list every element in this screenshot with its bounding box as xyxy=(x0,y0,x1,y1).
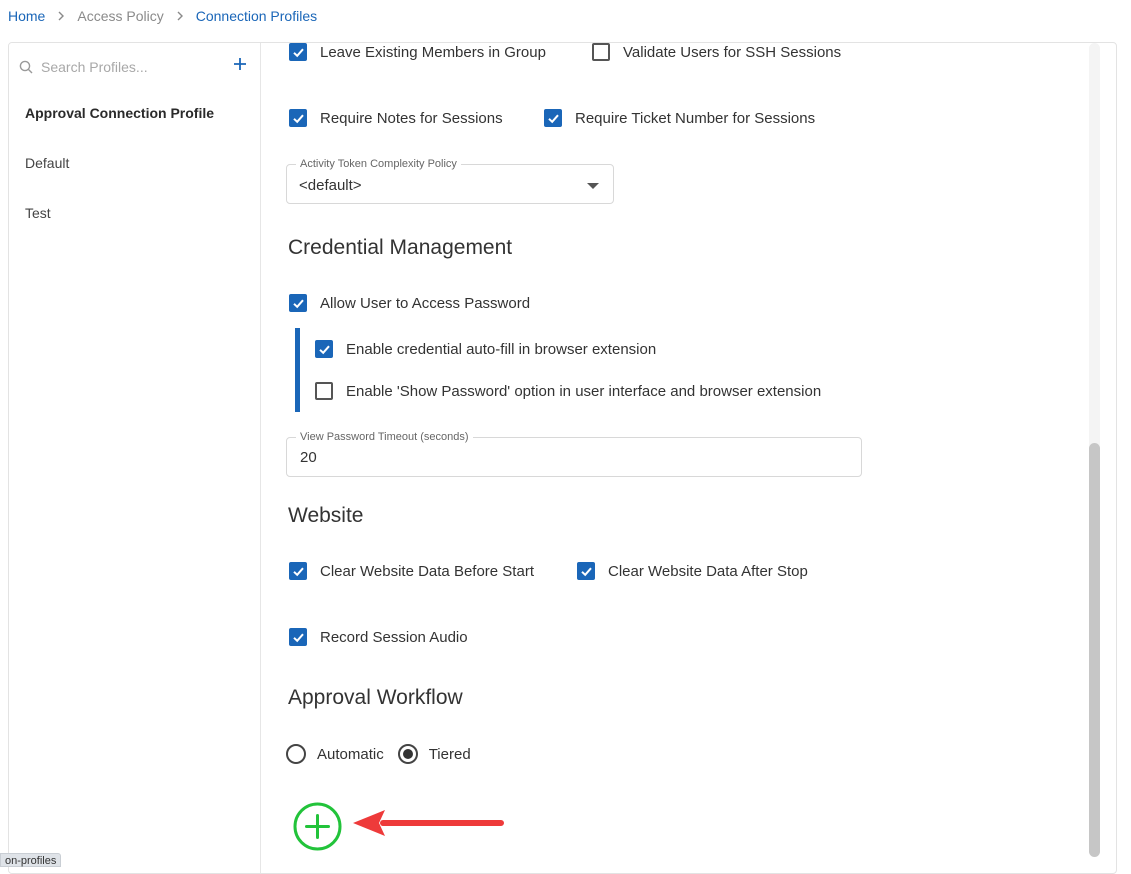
breadcrumb: Home Access Policy Connection Profiles xyxy=(8,6,317,26)
checkbox-label: Enable credential auto-fill in browser e… xyxy=(346,340,657,358)
record-session-audio-checkbox[interactable]: Record Session Audio xyxy=(289,628,468,646)
approval-workflow-radio-group: Automatic Tiered xyxy=(286,744,485,764)
checkbox-label: Record Session Audio xyxy=(320,628,468,646)
credential-management-heading: Credential Management xyxy=(288,236,513,259)
connection-profiles-panel: Approval Connection Profile Default Test… xyxy=(8,42,1117,874)
checkbox-unchecked-icon xyxy=(592,43,610,61)
profile-settings-content: Leave Existing Members in Group Validate… xyxy=(261,43,1102,873)
allow-access-password-checkbox[interactable]: Allow User to Access Password xyxy=(289,294,530,312)
checkbox-checked-icon xyxy=(315,340,333,358)
profile-item-approval[interactable]: Approval Connection Profile xyxy=(9,95,259,145)
search-icon xyxy=(19,60,33,74)
checkbox-label: Allow User to Access Password xyxy=(320,294,531,312)
profile-list: Approval Connection Profile Default Test xyxy=(9,95,259,245)
checkbox-checked-icon xyxy=(289,294,307,312)
selected-value: <default> xyxy=(299,177,362,194)
checkbox-label: Enable 'Show Password' option in user in… xyxy=(346,382,822,400)
checkbox-checked-icon xyxy=(544,109,562,127)
clear-data-after-stop-checkbox[interactable]: Clear Website Data After Stop xyxy=(577,562,808,580)
validate-ssh-users-checkbox[interactable]: Validate Users for SSH Sessions xyxy=(592,43,841,61)
checkbox-label: Require Ticket Number for Sessions xyxy=(575,109,816,127)
view-password-timeout-input[interactable]: View Password Timeout (seconds) 20 xyxy=(286,431,862,477)
add-approval-tier-button[interactable] xyxy=(293,802,342,851)
add-profile-button[interactable] xyxy=(231,55,249,73)
clear-data-before-start-checkbox[interactable]: Clear Website Data Before Start xyxy=(289,562,534,580)
field-legend: View Password Timeout (seconds) xyxy=(296,431,473,443)
activity-token-policy-select[interactable]: Activity Token Complexity Policy <defaul… xyxy=(286,158,614,204)
scrollbar-thumb[interactable] xyxy=(1089,443,1100,857)
radio-unselected-icon xyxy=(286,744,306,764)
breadcrumb-access-policy-link[interactable]: Access Policy xyxy=(77,8,163,24)
website-heading: Website xyxy=(288,504,364,527)
annotation-arrow-icon xyxy=(353,810,504,836)
profile-item-test[interactable]: Test xyxy=(9,195,259,245)
field-legend: Activity Token Complexity Policy xyxy=(296,158,461,170)
checkbox-label: Validate Users for SSH Sessions xyxy=(623,43,842,61)
require-ticket-number-checkbox[interactable]: Require Ticket Number for Sessions xyxy=(544,109,815,127)
checkbox-unchecked-icon xyxy=(315,382,333,400)
checkbox-checked-icon xyxy=(577,562,595,580)
input-value: 20 xyxy=(300,449,317,466)
checkbox-checked-icon xyxy=(289,562,307,580)
profiles-sidebar: Approval Connection Profile Default Test xyxy=(9,43,261,873)
link-status-tooltip: on-profiles xyxy=(0,853,62,867)
chevron-right-icon xyxy=(176,11,184,21)
show-password-option-checkbox[interactable]: Enable 'Show Password' option in user in… xyxy=(315,382,821,400)
profile-search xyxy=(19,57,249,77)
leave-existing-members-checkbox[interactable]: Leave Existing Members in Group xyxy=(289,43,546,61)
nested-options-indicator xyxy=(295,328,300,412)
checkbox-checked-icon xyxy=(289,628,307,646)
profile-item-default[interactable]: Default xyxy=(9,145,259,195)
radio-label: Automatic xyxy=(317,745,384,763)
checkbox-label: Clear Website Data After Stop xyxy=(608,562,808,580)
plus-icon xyxy=(234,58,246,70)
caret-down-icon xyxy=(587,183,599,189)
checkbox-label: Require Notes for Sessions xyxy=(320,109,503,127)
checkbox-label: Leave Existing Members in Group xyxy=(320,43,546,61)
checkbox-label: Clear Website Data Before Start xyxy=(320,562,534,580)
radio-automatic[interactable]: Automatic xyxy=(286,744,384,764)
radio-tiered[interactable]: Tiered xyxy=(397,744,471,764)
radio-label: Tiered xyxy=(428,745,471,763)
approval-workflow-heading: Approval Workflow xyxy=(288,686,463,709)
plus-circle-icon xyxy=(293,802,342,851)
search-profiles-input[interactable] xyxy=(41,59,221,75)
chevron-right-icon xyxy=(57,11,65,21)
breadcrumb-connection-profiles[interactable]: Connection Profiles xyxy=(196,8,317,24)
breadcrumb-home-link[interactable]: Home xyxy=(8,8,45,24)
credential-autofill-checkbox[interactable]: Enable credential auto-fill in browser e… xyxy=(315,340,656,358)
checkbox-checked-icon xyxy=(289,109,307,127)
require-notes-checkbox[interactable]: Require Notes for Sessions xyxy=(289,109,503,127)
radio-selected-icon xyxy=(397,744,418,764)
checkbox-checked-icon xyxy=(289,43,307,61)
